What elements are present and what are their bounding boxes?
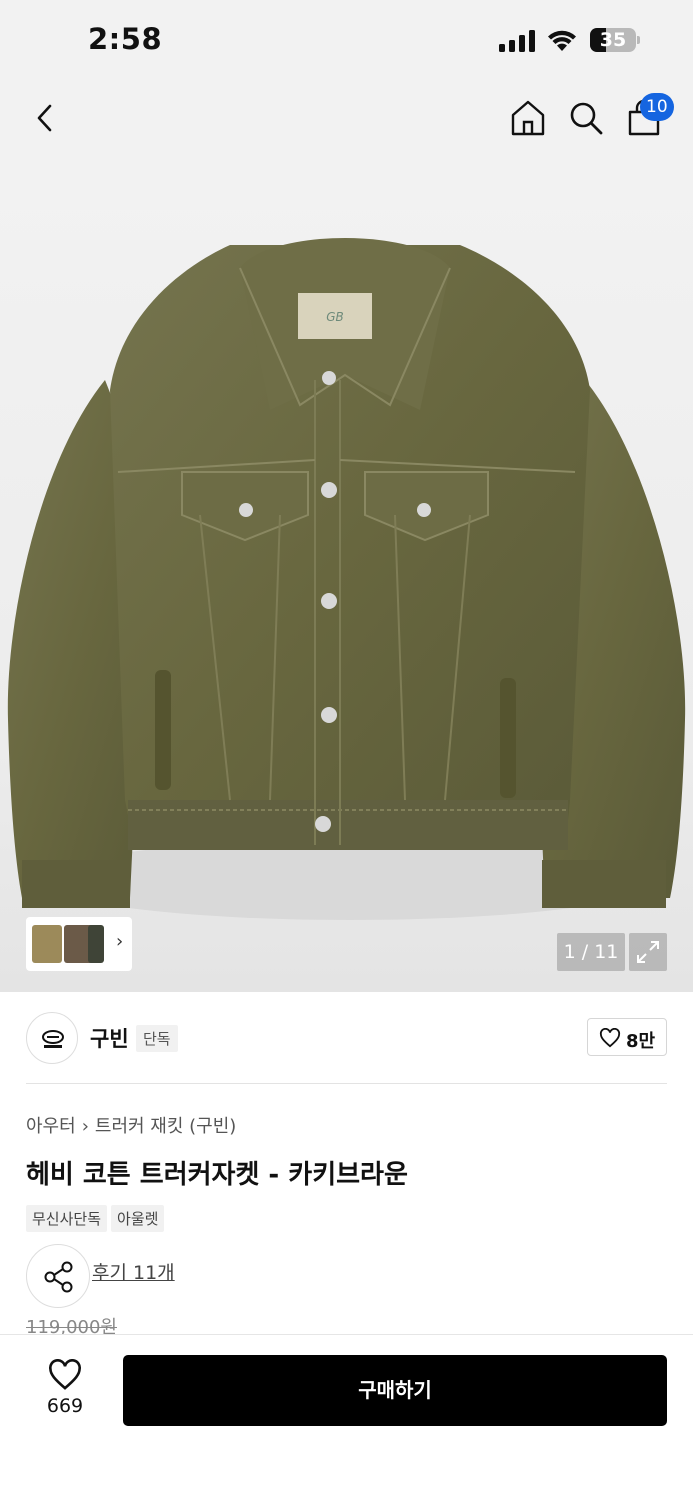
buy-button[interactable]: 구매하기 <box>123 1355 667 1426</box>
share-button[interactable] <box>26 1244 90 1308</box>
heart-icon <box>599 1028 621 1048</box>
product-image[interactable]: GB <box>0 160 693 992</box>
brand-name[interactable]: 구빈 <box>90 1023 129 1053</box>
brand-row: 구빈 단독 8만 <box>0 992 693 1084</box>
heart-icon <box>49 1359 81 1390</box>
product-tags: 무신사단독 아울렛 <box>26 1205 168 1232</box>
chevron-right-icon[interactable]: › <box>116 931 123 952</box>
image-page-counter: 1 / 11 <box>557 933 625 971</box>
thumbnail-dark[interactable] <box>88 925 104 963</box>
nav-bar <box>0 80 693 160</box>
cart-count-badge: 10 <box>640 93 674 121</box>
wishlist-count: 669 <box>46 1395 84 1417</box>
breadcrumb-subcategory[interactable]: 트러커 재킷 (구빈) <box>95 1116 236 1137</box>
exclusive-tag: 단독 <box>136 1025 178 1052</box>
svg-text:GB: GB <box>326 310 344 324</box>
tag-exclusive: 무신사단독 <box>26 1205 108 1232</box>
search-icon[interactable] <box>566 98 606 138</box>
thumbnail-strip[interactable]: › <box>26 917 132 971</box>
breadcrumb-category[interactable]: 아우터 <box>26 1116 76 1137</box>
home-icon[interactable] <box>508 98 548 138</box>
status-bar: 2:58 35 <box>0 0 693 80</box>
product-title: 헤비 코튼 트러커자켓 - 카키브라운 <box>26 1160 408 1190</box>
battery-icon: 35 <box>590 28 636 52</box>
battery-percent: 35 <box>599 29 627 51</box>
chevron-right-icon: › <box>81 1116 89 1137</box>
status-time: 2:58 <box>88 22 163 56</box>
cellular-signal-icon <box>499 30 535 52</box>
brand-logo[interactable] <box>26 1012 78 1064</box>
wishlist-button[interactable]: 669 <box>30 1355 100 1425</box>
expand-image-button[interactable] <box>629 933 667 971</box>
chevron-left-icon[interactable] <box>28 98 64 138</box>
wifi-icon <box>548 30 576 51</box>
share-icon <box>44 1261 73 1293</box>
battery-cap <box>637 36 640 44</box>
divider <box>26 1083 667 1084</box>
brand-like-count: 8만 <box>626 1031 656 1052</box>
bottom-action-bar: 669 구매하기 <box>0 1334 693 1500</box>
brand-like-button[interactable]: 8만 <box>587 1018 667 1056</box>
thumbnail-khaki[interactable] <box>32 925 62 963</box>
jacket-image: GB <box>7 238 686 920</box>
review-link[interactable]: 후기 11개 <box>92 1258 175 1285</box>
expand-icon <box>637 941 659 963</box>
tag-outlet: 아울렛 <box>111 1205 165 1232</box>
breadcrumb: 아우터 › 트러커 재킷 (구빈) <box>26 1112 236 1138</box>
